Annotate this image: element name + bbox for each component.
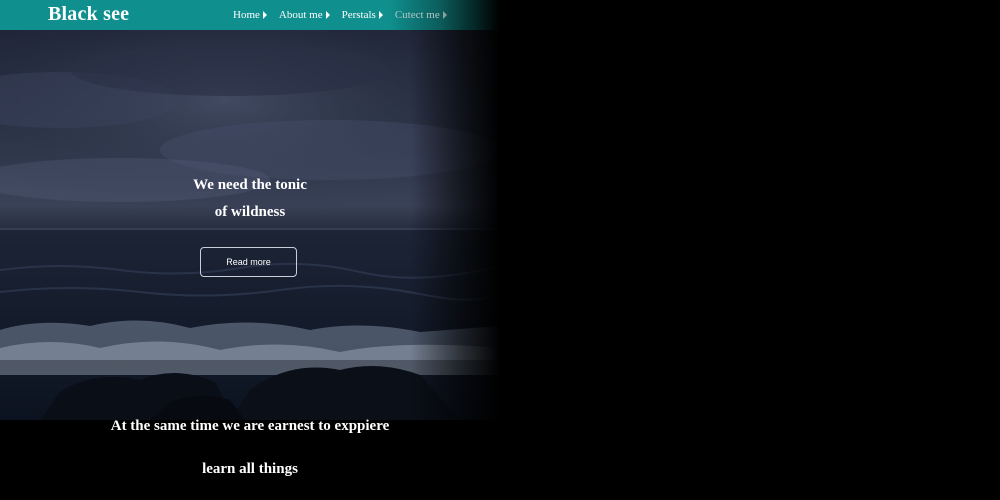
nav-item-cutect-me[interactable]: Cutect me (395, 9, 447, 21)
read-more-button[interactable]: Read more (200, 247, 297, 277)
hero-headline-line-1: We need the tonic (193, 177, 307, 193)
top-navbar: Black see Home About me Perstals Cutect … (0, 0, 500, 30)
nav-item-about-me[interactable]: About me (279, 9, 330, 21)
tagline-line-2: learn all things (202, 461, 298, 477)
hero-headline: We need the tonic of wildness (150, 172, 350, 226)
tagline-line-1: At the same time we are earnest to exppi… (110, 418, 390, 434)
page: Black see Home About me Perstals Cutect … (0, 0, 1000, 500)
nav-item-label: Home (233, 9, 260, 21)
nav-item-label: About me (278, 9, 323, 21)
hero-headline-line-2: of wildness (214, 204, 286, 220)
caret-right-icon (262, 11, 267, 19)
nav-item-perstals[interactable]: Perstals (342, 9, 383, 21)
nav-item-label: Perstals (341, 9, 376, 21)
caret-right-icon (378, 11, 383, 19)
site-logo[interactable]: Black see (48, 3, 129, 26)
nav-item-home[interactable]: Home (233, 9, 267, 21)
caret-right-icon (325, 11, 330, 19)
caret-right-icon (442, 11, 447, 19)
main-nav: Home About me Perstals Cutect me (233, 9, 447, 21)
nav-item-label: Cutect me (394, 9, 440, 21)
